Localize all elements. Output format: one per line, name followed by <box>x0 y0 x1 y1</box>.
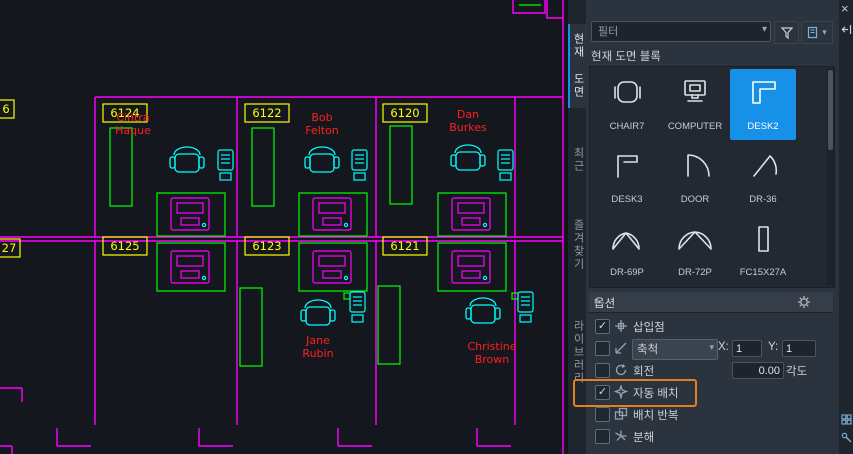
palette-grid-icon[interactable] <box>841 414 852 425</box>
palette-tabstrip: 현재 도면 최근 즐겨찾기 라이브러리 <box>568 0 586 454</box>
filter-edit-button[interactable] <box>774 21 799 44</box>
tab-current-drawing[interactable]: 현재 도면 <box>568 24 586 108</box>
tab-libraries[interactable]: 라이브러리 <box>568 310 586 394</box>
chairs <box>169 144 501 326</box>
library-book-icon <box>808 26 818 39</box>
filter-dropdown-arrow[interactable]: ▾ <box>762 24 767 35</box>
chair-block-icon <box>614 81 641 103</box>
occupant-name: Jane <box>305 334 330 347</box>
block-grid: CHAIR7 COMPUTER DESK2 DESK3 DOOR DR-36 D… <box>589 66 835 288</box>
funnel-icon <box>780 26 793 39</box>
filter-combo[interactable]: ▾ <box>591 21 771 42</box>
insertion-point-icon <box>615 320 627 332</box>
block-item-dr72p[interactable]: DR-72P <box>662 215 728 286</box>
rotation-checkbox[interactable] <box>595 363 610 378</box>
rotate-icon <box>615 364 627 376</box>
dr69p-block-icon <box>612 232 640 250</box>
block-grid-scrollbar[interactable] <box>827 68 834 285</box>
occupant-name: Christine <box>467 340 516 353</box>
dr36-block-icon <box>753 155 778 177</box>
filter-input[interactable] <box>596 23 750 40</box>
blocks-palette: 현재 도면 최근 즐겨찾기 라이브러리 ▾ ▾ 현재 도면 블록 <box>567 0 853 454</box>
option-row-explode: 분해 <box>586 427 839 447</box>
room-tag: 6121 <box>390 239 419 253</box>
occupant-name: Brown <box>475 353 510 366</box>
auto-place-checkbox[interactable]: ✓ <box>595 385 610 400</box>
scale-checkbox[interactable] <box>595 341 610 356</box>
block-item-desk2[interactable]: DESK2 <box>730 69 796 140</box>
y-label: Y: <box>768 341 779 353</box>
desk3-block-icon <box>617 155 638 178</box>
desk2-block-icon <box>752 81 776 104</box>
dr72p-block-icon <box>678 231 712 250</box>
insertion-point-checkbox[interactable]: ✓ <box>595 319 610 334</box>
occupant-name: Haque <box>115 124 151 137</box>
walls <box>0 0 564 454</box>
option-row-insertion-point: ✓ 삽입점 <box>586 317 839 337</box>
explode-icon <box>615 430 627 441</box>
explode-checkbox[interactable] <box>595 429 610 444</box>
palette-tool-icon[interactable] <box>841 432 852 443</box>
x-label: X: <box>718 341 729 353</box>
occupant-name: Burkes <box>449 121 487 134</box>
options-header: 옵션 ▾ <box>589 292 833 313</box>
desk-clusters <box>156 192 507 292</box>
app-window: 6124 6122 6120 6125 6123 6121 6 27 Cintr… <box>0 0 853 454</box>
palette-titlebar: × <box>839 0 853 454</box>
options-menu-arrow[interactable]: ▾ <box>594 296 825 307</box>
room-tag: 6 <box>2 102 9 116</box>
angle-label: 각도 <box>786 366 808 378</box>
y-scale-input[interactable] <box>782 340 816 357</box>
room-tag: 27 <box>2 241 17 255</box>
occupant-name: Rubin <box>302 347 333 360</box>
block-item-desk3[interactable]: DESK3 <box>594 142 660 213</box>
auto-place-icon <box>614 385 628 399</box>
repeat-placement-icon <box>614 407 628 420</box>
scale-dropdown[interactable]: 축척 ▾ <box>632 339 718 360</box>
block-item-fc15x27a[interactable]: FC15X27A <box>730 215 796 286</box>
block-item-dr69p[interactable]: DR-69P <box>594 215 660 286</box>
door-block-icon <box>687 154 710 177</box>
block-item-computer[interactable]: COMPUTER <box>662 69 728 140</box>
option-row-repeat-placement: 배치 반복 <box>586 405 839 425</box>
computer-block-icon <box>684 80 706 102</box>
occupant-name: Cintra <box>116 111 149 124</box>
option-row-auto-place: ✓ 자동 배치 <box>586 383 839 403</box>
block-item-dr36[interactable]: DR-36 <box>730 142 796 213</box>
scrollbar-thumb[interactable] <box>828 70 833 150</box>
close-icon[interactable]: × <box>841 2 849 15</box>
occupant-name: Felton <box>305 124 339 137</box>
library-dropdown-arrow: ▾ <box>822 27 827 37</box>
angle-input[interactable] <box>732 362 784 379</box>
x-scale-input[interactable] <box>732 340 762 357</box>
scale-icon <box>615 342 627 354</box>
autohide-icon[interactable] <box>841 24 852 35</box>
room-tag: 6123 <box>252 239 281 253</box>
fc15x27a-block-icon <box>758 226 769 252</box>
shelves <box>109 125 519 367</box>
drawing-canvas[interactable]: 6124 6122 6120 6125 6123 6121 6 27 Cintr… <box>0 0 567 454</box>
tab-recent[interactable]: 최근 <box>568 140 586 180</box>
block-item-chair7[interactable]: CHAIR7 <box>594 69 660 140</box>
tab-favorites[interactable]: 즐겨찾기 <box>568 212 586 278</box>
current-blocks-label: 현재 도면 블록 <box>591 51 661 63</box>
option-row-rotation: 회전 각도 <box>586 361 839 381</box>
scale-dropdown-arrow: ▾ <box>709 342 714 352</box>
room-tag: 6122 <box>252 106 281 120</box>
block-item-door[interactable]: DOOR <box>662 142 728 213</box>
repeat-placement-checkbox[interactable] <box>595 407 610 422</box>
room-tag: 6120 <box>390 106 419 120</box>
room-tag: 6125 <box>110 239 139 253</box>
occupant-name: Bob <box>311 111 332 124</box>
library-button[interactable]: ▾ <box>801 21 833 44</box>
room-tags: 6124 6122 6120 6125 6123 6121 6 27 <box>0 99 428 258</box>
occupant-name: Dan <box>457 108 479 121</box>
option-row-scale: 축척 ▾ X: Y: <box>586 339 839 360</box>
